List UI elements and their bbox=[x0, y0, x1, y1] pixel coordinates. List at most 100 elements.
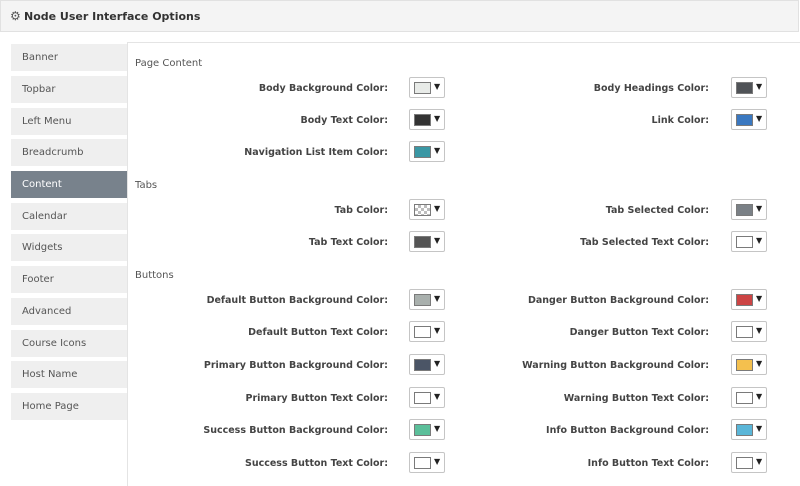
sidebar-item-banner[interactable]: Banner bbox=[11, 44, 127, 71]
sidebar-item-content[interactable]: Content bbox=[11, 171, 127, 198]
caret-down-icon: ▼ bbox=[434, 359, 441, 368]
sidebar-item-advanced[interactable]: Advanced bbox=[11, 298, 127, 325]
tab-selected-text-color-picker[interactable]: ▼ bbox=[731, 231, 767, 252]
color-swatch bbox=[414, 146, 431, 158]
body-headings-color-picker[interactable]: ▼ bbox=[731, 77, 767, 98]
color-swatch bbox=[414, 294, 431, 306]
info-button-text-color-picker[interactable]: ▼ bbox=[731, 452, 767, 473]
caret-down-icon: ▼ bbox=[756, 392, 763, 401]
caret-down-icon: ▼ bbox=[434, 204, 441, 213]
caret-down-icon: ▼ bbox=[756, 82, 763, 91]
caret-down-icon: ▼ bbox=[756, 457, 763, 466]
sidebar-item-topbar[interactable]: Topbar bbox=[11, 76, 127, 103]
warning-button-background-color-label: Warning Button Background Color: bbox=[522, 360, 709, 371]
caret-down-icon: ▼ bbox=[434, 236, 441, 245]
caret-down-icon: ▼ bbox=[434, 392, 441, 401]
color-swatch bbox=[736, 326, 753, 338]
color-swatch bbox=[736, 114, 753, 126]
tab-selected-text-color-label: Tab Selected Text Color: bbox=[580, 237, 709, 248]
sidebar-nav: Banner Topbar Left Menu Breadcrumb Conte… bbox=[0, 42, 127, 486]
link-color-label: Link Color: bbox=[651, 115, 709, 126]
caret-down-icon: ▼ bbox=[756, 326, 763, 335]
danger-button-background-color-picker[interactable]: ▼ bbox=[731, 289, 767, 310]
primary-button-text-color-label: Primary Button Text Color: bbox=[245, 393, 389, 404]
color-swatch bbox=[414, 82, 431, 94]
caret-down-icon: ▼ bbox=[756, 424, 763, 433]
color-swatch bbox=[736, 294, 753, 306]
color-swatch bbox=[736, 392, 753, 404]
caret-down-icon: ▼ bbox=[756, 236, 763, 245]
color-swatch bbox=[414, 392, 431, 404]
color-swatch bbox=[736, 236, 753, 248]
sidebar-item-widgets[interactable]: Widgets bbox=[11, 234, 127, 261]
tab-color-picker[interactable]: ▼ bbox=[409, 199, 445, 220]
tab-color-label: Tab Color: bbox=[334, 205, 388, 216]
navigation-list-item-color-label: Navigation List Item Color: bbox=[244, 147, 388, 158]
navigation-list-item-color-picker[interactable]: ▼ bbox=[409, 141, 445, 162]
sidebar-item-home-page[interactable]: Home Page bbox=[11, 393, 127, 420]
caret-down-icon: ▼ bbox=[756, 359, 763, 368]
tab-text-color-picker[interactable]: ▼ bbox=[409, 231, 445, 252]
primary-button-background-color-picker[interactable]: ▼ bbox=[409, 354, 445, 375]
info-button-text-color-label: Info Button Text Color: bbox=[587, 458, 709, 469]
color-swatch bbox=[414, 424, 431, 436]
sidebar-item-host-name-mappings[interactable]: Host Name Mappings bbox=[11, 361, 127, 407]
body-background-color-picker[interactable]: ▼ bbox=[409, 77, 445, 98]
danger-button-background-color-label: Danger Button Background Color: bbox=[528, 295, 709, 306]
section-buttons: Buttons bbox=[135, 270, 174, 281]
body-text-color-picker[interactable]: ▼ bbox=[409, 109, 445, 130]
warning-button-text-color-label: Warning Button Text Color: bbox=[563, 393, 709, 404]
color-swatch bbox=[414, 359, 431, 371]
success-button-background-color-picker[interactable]: ▼ bbox=[409, 419, 445, 440]
caret-down-icon: ▼ bbox=[434, 294, 441, 303]
color-swatch bbox=[414, 457, 431, 469]
sidebar-item-course-icons[interactable]: Course Icons bbox=[11, 330, 127, 357]
sidebar-item-footer[interactable]: Footer bbox=[11, 266, 127, 293]
success-button-background-color-label: Success Button Background Color: bbox=[203, 425, 388, 436]
caret-down-icon: ▼ bbox=[434, 424, 441, 433]
tab-selected-color-label: Tab Selected Color: bbox=[605, 205, 709, 216]
primary-button-text-color-picker[interactable]: ▼ bbox=[409, 387, 445, 408]
color-swatch bbox=[736, 204, 753, 216]
color-swatch bbox=[736, 424, 753, 436]
danger-button-text-color-label: Danger Button Text Color: bbox=[569, 327, 709, 338]
body-text-color-label: Body Text Color: bbox=[300, 115, 388, 126]
default-button-background-color-picker[interactable]: ▼ bbox=[409, 289, 445, 310]
danger-button-text-color-picker[interactable]: ▼ bbox=[731, 321, 767, 342]
success-button-text-color-picker[interactable]: ▼ bbox=[409, 452, 445, 473]
link-color-picker[interactable]: ▼ bbox=[731, 109, 767, 130]
tab-selected-color-picker[interactable]: ▼ bbox=[731, 199, 767, 220]
caret-down-icon: ▼ bbox=[434, 82, 441, 91]
default-button-text-color-picker[interactable]: ▼ bbox=[409, 321, 445, 342]
caret-down-icon: ▼ bbox=[434, 326, 441, 335]
tab-text-color-label: Tab Text Color: bbox=[308, 237, 388, 248]
warning-button-background-color-picker[interactable]: ▼ bbox=[731, 354, 767, 375]
default-button-background-color-label: Default Button Background Color: bbox=[206, 295, 388, 306]
info-button-background-color-picker[interactable]: ▼ bbox=[731, 419, 767, 440]
gear-icon: ⚙ bbox=[10, 9, 21, 23]
primary-button-background-color-label: Primary Button Background Color: bbox=[203, 360, 388, 371]
body-background-color-label: Body Background Color: bbox=[258, 83, 388, 94]
info-button-background-color-label: Info Button Background Color: bbox=[546, 425, 709, 436]
success-button-text-color-label: Success Button Text Color: bbox=[244, 458, 388, 469]
color-swatch bbox=[414, 114, 431, 126]
caret-down-icon: ▼ bbox=[756, 114, 763, 123]
section-page-content: Page Content bbox=[135, 58, 203, 69]
page-header: ⚙ Node User Interface Options bbox=[0, 0, 799, 32]
color-swatch bbox=[414, 236, 431, 248]
caret-down-icon: ▼ bbox=[434, 146, 441, 155]
color-swatch bbox=[736, 359, 753, 371]
body-headings-color-label: Body Headings Color: bbox=[593, 83, 709, 94]
caret-down-icon: ▼ bbox=[434, 457, 441, 466]
caret-down-icon: ▼ bbox=[756, 204, 763, 213]
color-swatch bbox=[736, 457, 753, 469]
color-swatch bbox=[414, 326, 431, 338]
warning-button-text-color-picker[interactable]: ▼ bbox=[731, 387, 767, 408]
caret-down-icon: ▼ bbox=[434, 114, 441, 123]
sidebar-item-breadcrumb[interactable]: Breadcrumb bbox=[11, 139, 127, 166]
page-title: Node User Interface Options bbox=[24, 10, 201, 23]
caret-down-icon: ▼ bbox=[756, 294, 763, 303]
sidebar-item-left-menu[interactable]: Left Menu bbox=[11, 108, 127, 135]
options-panel bbox=[127, 42, 800, 486]
sidebar-item-calendar[interactable]: Calendar bbox=[11, 203, 127, 230]
